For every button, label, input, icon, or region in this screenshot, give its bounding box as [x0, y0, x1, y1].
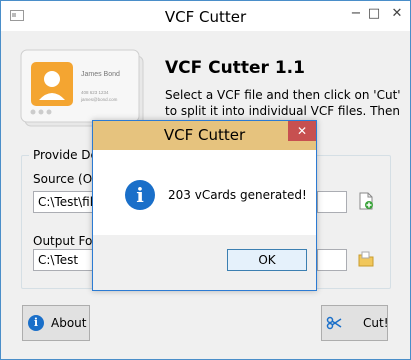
dialog-close-button[interactable]: ✕ [288, 121, 316, 141]
maximize-button[interactable]: □ [364, 5, 384, 23]
source-label: Source (Or [33, 172, 98, 186]
card-email: james@bond.com [80, 97, 118, 102]
output-folder-input-right[interactable] [317, 249, 347, 271]
close-button[interactable]: ✕ [387, 5, 407, 23]
dialog-message: 203 vCards generated! [168, 188, 307, 202]
dialog-ok-button[interactable]: OK [227, 249, 307, 271]
app-heading: VCF Cutter 1.1 [165, 58, 305, 78]
source-file-input-right[interactable] [317, 191, 347, 213]
cut-button[interactable]: Cut! [321, 305, 389, 341]
output-folder-label: Output Fol [33, 234, 96, 248]
minimize-button[interactable]: − [346, 5, 366, 23]
card-phone: 408 623 1234 [81, 90, 109, 95]
dialog-title-bar: VCF Cutter ✕ [93, 121, 316, 150]
message-dialog: VCF Cutter ✕ i 203 vCards generated! OK [92, 120, 317, 291]
cut-button-label: Cut! [363, 316, 389, 330]
add-file-icon[interactable] [358, 192, 374, 210]
info-icon: i [125, 180, 155, 210]
about-button-label: About [51, 316, 87, 330]
info-icon: i [28, 315, 44, 331]
title-bar: VCF Cutter − □ ✕ [1, 1, 410, 31]
about-button[interactable]: i About [22, 305, 90, 341]
scissors-icon [326, 316, 342, 330]
folder-icon[interactable] [358, 250, 374, 268]
dialog-title: VCF Cutter [163, 126, 246, 144]
card-name: James Bond [81, 71, 120, 78]
